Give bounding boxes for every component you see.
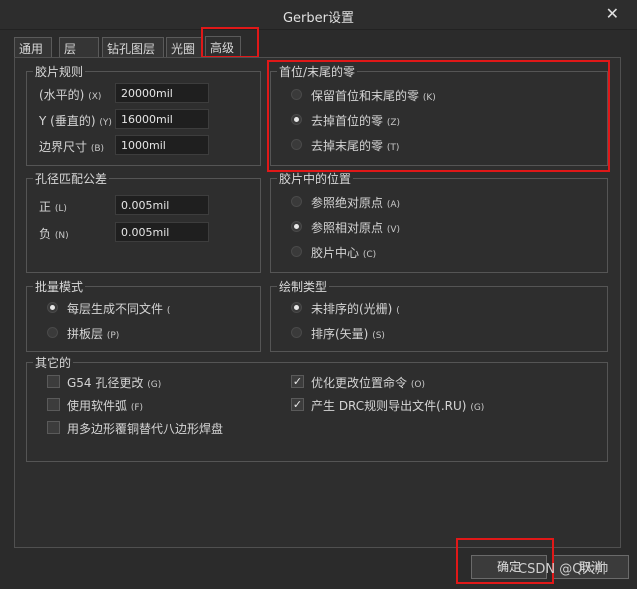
checkbox[interactable] — [47, 398, 60, 411]
border-size-row: 边界尺寸 (B) 1000mil — [27, 135, 260, 157]
optimize-position-commands-checkbox[interactable]: ✓ 优化更改位置命令 (O) — [291, 373, 591, 391]
checkbox-checked[interactable]: ✓ — [291, 398, 304, 411]
title-bar: Gerber设置 ✕ — [0, 0, 637, 30]
absolute-origin-radio[interactable]: 参照绝对原点 (A) — [291, 193, 591, 211]
tolerance-minus-label: 负 (N) — [39, 227, 69, 241]
film-center-radio[interactable]: 胶片中心 (C) — [291, 243, 591, 261]
radio-button-selected[interactable] — [291, 221, 302, 232]
relative-origin-radio[interactable]: 参照相对原点 (V) — [291, 218, 591, 236]
separate-file-per-layer-radio[interactable]: 每层生成不同文件 ( — [47, 299, 247, 317]
radio-button[interactable] — [291, 327, 302, 338]
radio-button-selected[interactable] — [47, 302, 58, 313]
border-size-input[interactable]: 1000mil — [115, 135, 209, 155]
border-size-label: 边界尺寸 (B) — [39, 140, 105, 154]
other-title: 其它的 — [33, 354, 74, 371]
suppress-leading-radio[interactable]: 去掉首位的零 (Z) — [291, 111, 591, 129]
use-software-arcs-checkbox[interactable]: 使用软件弧 (F) — [47, 396, 287, 414]
plot-type-title: 绘制类型 — [277, 278, 330, 295]
close-icon[interactable]: ✕ — [606, 4, 619, 23]
tab-advanced[interactable]: 高级 — [205, 36, 241, 57]
zeros-group: 首位/末尾的零 保留首位和末尾的零 (K) 去掉首位的零 (Z) 去掉末尾的零 … — [270, 63, 608, 166]
tab-drill-layers[interactable]: 钻孔图层 — [102, 37, 164, 57]
film-rules-group: 胶片规则 (水平的) (X) 20000mil Y (垂直的) (Y) 1600… — [26, 63, 261, 166]
g54-aperture-change-checkbox[interactable]: G54 孔径更改 (G) — [47, 373, 287, 391]
generate-drc-export-checkbox[interactable]: ✓ 产生 DRC规则导出文件(.RU) (G) — [291, 396, 591, 414]
tolerance-minus-input[interactable]: 0.005mil — [115, 222, 209, 242]
film-y-row: Y (垂直的) (Y) 16000mil — [27, 109, 260, 131]
radio-button[interactable] — [291, 89, 302, 100]
polygon-replace-octagon-checkbox[interactable]: 用多边形覆铜替代八边形焊盘 — [47, 419, 287, 437]
tolerance-minus-row: 负 (N) 0.005mil — [27, 222, 260, 244]
window-title: Gerber设置 — [282, 11, 354, 26]
radio-button[interactable] — [291, 139, 302, 150]
tab-general[interactable]: 通用 — [14, 37, 52, 57]
checkbox[interactable] — [47, 375, 60, 388]
batch-mode-group: 批量模式 每层生成不同文件 ( 拼板层 (P) — [26, 278, 261, 352]
tab-apertures[interactable]: 光圈 — [166, 37, 202, 57]
other-group: 其它的 G54 孔径更改 (G) 使用软件弧 (F) 用多边形覆铜替代八边形焊盘… — [26, 354, 608, 462]
tab-layers[interactable]: 层 — [59, 37, 99, 57]
film-y-label: Y (垂直的) (Y) — [39, 114, 112, 128]
advanced-panel: 胶片规则 (水平的) (X) 20000mil Y (垂直的) (Y) 1600… — [14, 57, 621, 548]
radio-button[interactable] — [291, 196, 302, 207]
keep-zeros-radio[interactable]: 保留首位和末尾的零 (K) — [291, 86, 591, 104]
film-rules-title: 胶片规则 — [33, 63, 86, 80]
plot-type-group: 绘制类型 未排序的(光栅) ( 排序(矢量) (S) — [270, 278, 608, 352]
cancel-button[interactable]: 取消 — [553, 555, 629, 579]
film-x-input[interactable]: 20000mil — [115, 83, 209, 103]
film-position-group: 胶片中的位置 参照绝对原点 (A) 参照相对原点 (V) 胶片中心 (C) — [270, 170, 608, 273]
ok-button[interactable]: 确定 — [471, 555, 547, 579]
film-y-input[interactable]: 16000mil — [115, 109, 209, 129]
unsorted-raster-radio[interactable]: 未排序的(光栅) ( — [291, 299, 591, 317]
checkbox[interactable] — [47, 421, 60, 434]
film-x-label: (水平的) (X) — [39, 88, 102, 102]
checkbox-checked[interactable]: ✓ — [291, 375, 304, 388]
radio-button[interactable] — [47, 327, 58, 338]
suppress-trailing-radio[interactable]: 去掉末尾的零 (T) — [291, 136, 591, 154]
film-x-row: (水平的) (X) 20000mil — [27, 83, 260, 105]
radio-button-selected[interactable] — [291, 302, 302, 313]
tolerance-plus-label: 正 (L) — [39, 200, 67, 214]
panelize-layers-radio[interactable]: 拼板层 (P) — [47, 324, 247, 342]
tolerance-plus-input[interactable]: 0.005mil — [115, 195, 209, 215]
zeros-title: 首位/末尾的零 — [277, 63, 358, 80]
film-position-title: 胶片中的位置 — [277, 170, 354, 187]
aperture-tolerance-group: 孔径匹配公差 正 (L) 0.005mil 负 (N) 0.005mil — [26, 170, 261, 273]
radio-button[interactable] — [291, 246, 302, 257]
aperture-tolerance-title: 孔径匹配公差 — [33, 170, 110, 187]
radio-button-selected[interactable] — [291, 114, 302, 125]
tolerance-plus-row: 正 (L) 0.005mil — [27, 195, 260, 217]
batch-mode-title: 批量模式 — [33, 278, 86, 295]
sorted-vector-radio[interactable]: 排序(矢量) (S) — [291, 324, 591, 342]
